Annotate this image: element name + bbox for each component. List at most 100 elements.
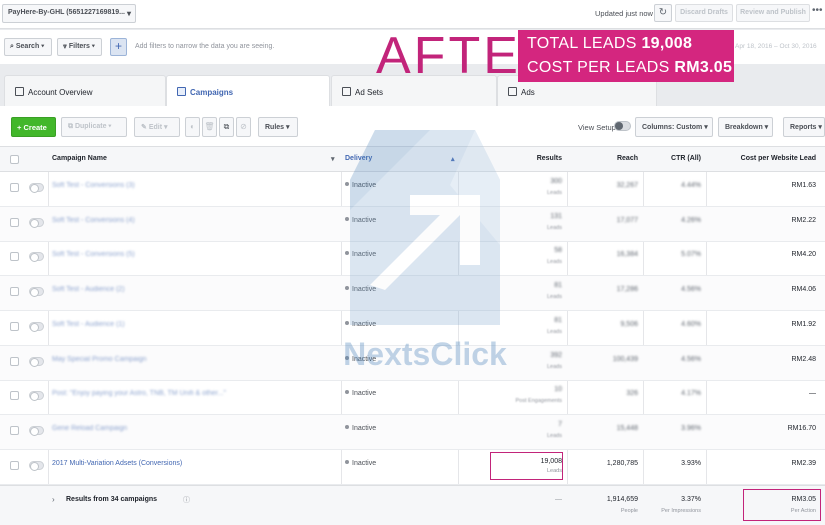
campaign-name-link[interactable]: Gene Reload Campaign xyxy=(52,425,127,432)
reports-button[interactable]: Reports ▾ xyxy=(783,117,825,137)
date-range-picker[interactable]: Apr 18, 2016 – Oct 30, 2016 xyxy=(735,43,817,50)
select-all-checkbox[interactable] xyxy=(10,155,19,164)
columns-button[interactable]: Columns: Custom ▾ xyxy=(635,117,713,137)
search-button[interactable]: ⌕ Search ▾ xyxy=(4,38,52,56)
results-type: Leads xyxy=(547,294,562,301)
cost-value: RM1.63 xyxy=(791,182,816,189)
column-header-results[interactable]: Results xyxy=(537,155,562,162)
row-checkbox[interactable] xyxy=(10,460,19,470)
sort-icon[interactable]: ▾ xyxy=(331,155,335,163)
campaign-toggle[interactable] xyxy=(29,356,44,367)
row-checkbox[interactable] xyxy=(10,391,19,401)
filters-button[interactable]: ⩔ Filters ▾ xyxy=(57,38,102,56)
edit-button[interactable]: ✎ Edit ▾ xyxy=(134,117,180,137)
row-checkbox[interactable] xyxy=(10,183,19,192)
tab-account-overview[interactable]: Account Overview xyxy=(4,75,166,106)
results-value: 7 xyxy=(558,420,562,428)
results-value: 300 xyxy=(550,178,562,185)
tag-icon[interactable]: ⊘ xyxy=(236,117,251,137)
row-checkbox[interactable] xyxy=(10,217,19,227)
tab-campaigns[interactable]: Campaigns xyxy=(166,75,330,106)
table-row[interactable]: Soft Test - Audience (2) Inactive 81 Leads 1… xyxy=(0,276,825,312)
table-row[interactable]: May Special Promo Campaign Inactive 392 Lea… xyxy=(0,345,825,381)
campaign-name-link[interactable]: Soft Test - Conversions (3) xyxy=(52,182,135,189)
add-filter-button[interactable]: + xyxy=(110,38,127,56)
tab-label: Account Overview xyxy=(28,88,93,97)
more-options-icon[interactable]: ••• xyxy=(812,5,823,16)
campaign-name-link[interactable]: Soft Test - Audience (2) xyxy=(52,286,125,293)
totals-label: Results from 34 campaigns xyxy=(66,496,158,503)
duplicate-icon: ⧉ xyxy=(68,123,73,130)
cost-value: RM4.06 xyxy=(791,286,816,294)
view-setup-toggle[interactable] xyxy=(614,121,631,131)
ctr-value: 4.60% xyxy=(681,320,701,328)
campaign-toggle[interactable] xyxy=(29,183,44,193)
review-publish-button[interactable]: Review and Publish xyxy=(736,4,810,22)
duplicate-button[interactable]: ⧉ Duplicate ▾ xyxy=(61,117,127,137)
results-type: Leads xyxy=(547,190,562,196)
totals-ctr: 3.37% xyxy=(681,496,701,503)
ab-test-icon[interactable]: ◐ xyxy=(185,117,200,137)
discard-drafts-button[interactable]: Discard Drafts xyxy=(675,4,733,22)
column-header-reach[interactable]: Reach xyxy=(617,155,638,162)
results-value: 81 xyxy=(554,282,562,290)
chevron-down-icon: ▾ xyxy=(41,43,45,50)
results-type: Leads xyxy=(547,363,562,370)
campaign-toggle[interactable] xyxy=(29,321,44,332)
status-text: Inactive xyxy=(352,182,377,189)
results-value: 392 xyxy=(550,351,562,359)
row-checkbox[interactable] xyxy=(10,287,19,297)
info-icon[interactable]: ⓘ xyxy=(183,495,190,505)
totals-results: — xyxy=(555,496,562,503)
tab-label: Ad Sets xyxy=(355,88,384,97)
table-row[interactable]: Gene Reload Campaign Inactive 7 Leads 15,448… xyxy=(0,414,825,450)
status-dot-icon xyxy=(345,251,349,256)
cost-per-lead-label: COST PER LEADS xyxy=(527,59,670,76)
campaign-name-link[interactable]: Soft Test - Conversions (5) xyxy=(52,251,135,258)
create-button[interactable]: + Create xyxy=(11,117,56,137)
refresh-icon[interactable]: ↻ xyxy=(654,4,672,22)
table-row[interactable]: Soft Test - Conversions (4) Inactive 131 Le… xyxy=(0,206,825,242)
campaign-name-link[interactable]: Soft Test - Conversions (4) xyxy=(52,217,135,224)
row-checkbox[interactable] xyxy=(10,321,19,331)
total-leads-label: TOTAL LEADS xyxy=(527,35,637,52)
row-checkbox[interactable] xyxy=(10,425,19,435)
row-checkbox[interactable] xyxy=(10,356,19,366)
column-header-delivery[interactable]: Delivery xyxy=(345,155,372,162)
account-selector[interactable]: PayHere-By-GHL (5651227169819... ▾ xyxy=(2,4,136,23)
status-dot-icon xyxy=(345,216,349,221)
column-header-cost[interactable]: Cost per Website Lead xyxy=(741,155,816,162)
cost-value: RM2.48 xyxy=(791,355,816,363)
overview-icon xyxy=(15,87,24,96)
rules-button[interactable]: Rules ▾ xyxy=(258,117,298,137)
reach-value: 9,506 xyxy=(620,320,638,328)
breakdown-button[interactable]: Breakdown ▾ xyxy=(718,117,773,137)
trash-icon[interactable]: 🗑 xyxy=(202,117,217,137)
campaign-name-link[interactable]: Post: "Enjoy paying your Astro, TNB, TM … xyxy=(52,390,226,397)
preview-icon[interactable]: ⧉ xyxy=(219,117,234,137)
status-dot-icon xyxy=(345,286,349,291)
campaign-name-link[interactable]: May Special Promo Campaign xyxy=(52,356,147,363)
table-row[interactable]: Soft Test - Audience (1) Inactive 81 Leads 9… xyxy=(0,311,825,346)
row-checkbox[interactable] xyxy=(10,252,19,262)
column-header-name[interactable]: Campaign Name xyxy=(52,155,107,162)
campaign-toggle[interactable] xyxy=(29,217,44,228)
sort-ascending-icon[interactable]: ▴ xyxy=(451,155,455,163)
campaign-toggle[interactable] xyxy=(29,391,44,402)
results-value: 81 xyxy=(554,316,562,324)
campaign-toggle[interactable] xyxy=(29,252,44,263)
campaign-name-link[interactable]: 2017 Multi-Variation Adsets (Conversions… xyxy=(52,460,182,467)
campaign-name-link[interactable]: Soft Test - Audience (1) xyxy=(52,321,125,328)
table-row[interactable]: 2017 Multi-Variation Adsets (Conversions… xyxy=(0,450,825,485)
table-row[interactable]: Post: "Enjoy paying your Astro, TNB, TM … xyxy=(0,380,825,416)
table-row[interactable]: Soft Test - Conversions (3) Inactive 300 Le… xyxy=(0,172,825,207)
campaign-toggle[interactable] xyxy=(29,460,44,471)
results-type: Leads xyxy=(547,328,562,335)
plus-icon: + xyxy=(17,123,22,132)
campaign-toggle[interactable] xyxy=(29,287,44,298)
column-header-ctr[interactable]: CTR (All) xyxy=(671,155,701,162)
table-row[interactable]: Soft Test - Conversions (5) Inactive 58 Lea… xyxy=(0,241,825,277)
delivery-status: Inactive xyxy=(345,320,376,328)
campaign-toggle[interactable] xyxy=(29,425,44,436)
expand-chevron-icon[interactable]: › xyxy=(52,495,55,504)
